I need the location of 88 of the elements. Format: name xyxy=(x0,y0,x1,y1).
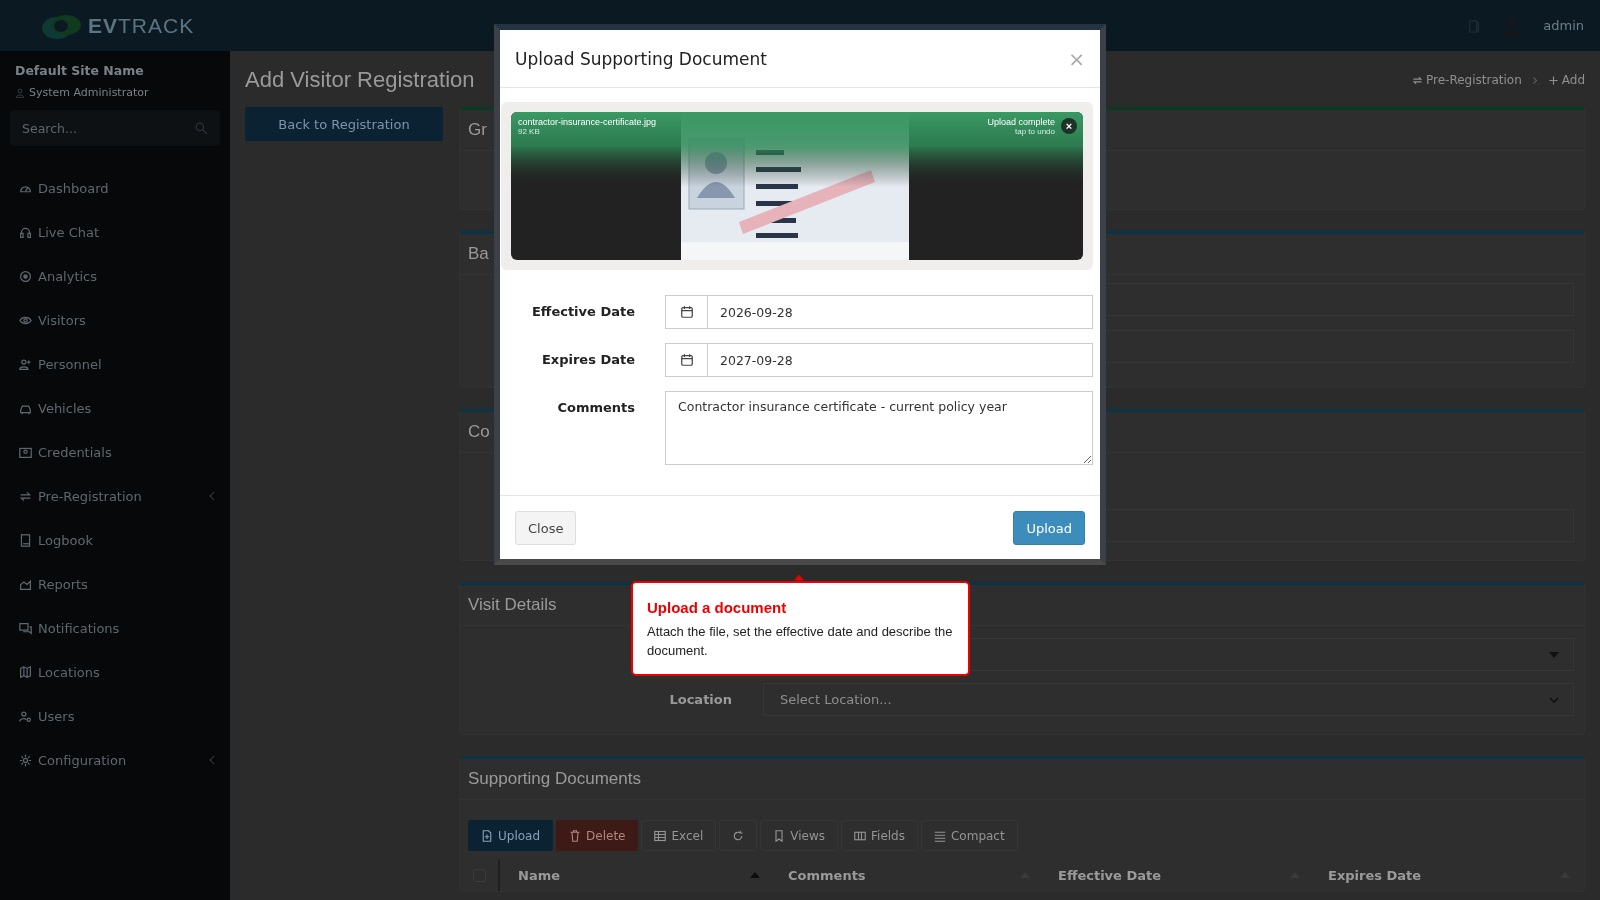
search-field[interactable]: Search... xyxy=(10,110,220,146)
column-header[interactable]: Name xyxy=(518,867,560,883)
toolbar-button[interactable]: Upload xyxy=(468,820,554,851)
book-icon xyxy=(19,533,32,547)
arrows-icon xyxy=(19,489,32,503)
section-title: Ba xyxy=(468,244,489,263)
arrows-icon xyxy=(1412,74,1423,86)
upload-status: Upload complete xyxy=(987,117,1055,127)
sidebar-item[interactable]: Notifications xyxy=(10,606,220,650)
table-icon xyxy=(654,829,667,842)
breadcrumb-link[interactable]: Pre-Registration xyxy=(1412,73,1522,87)
dialog-title: Upload Supporting Document xyxy=(515,48,767,69)
tooltip-title: Upload a document xyxy=(647,599,788,616)
sidebar-item[interactable]: Locations xyxy=(10,650,220,694)
sidebar-item[interactable]: Personnel xyxy=(10,342,220,386)
field-label: Expires Date xyxy=(540,351,635,367)
bookmark-icon xyxy=(773,829,786,842)
toolbar-button[interactable]: Fields xyxy=(841,820,918,851)
sidebar-item[interactable]: Dashboard xyxy=(10,166,220,210)
breadcrumb-link[interactable]: Add xyxy=(1547,73,1585,87)
sidebar-item[interactable]: Analytics xyxy=(10,254,220,298)
section-title: Visit Details xyxy=(468,595,557,614)
column-header[interactable]: Expires Date xyxy=(1328,867,1422,883)
people-icon xyxy=(19,357,32,371)
chat-icon xyxy=(19,621,32,635)
sidebar-item[interactable]: Live Chat xyxy=(10,210,220,254)
id-card-icon xyxy=(19,445,32,459)
sidebar-item[interactable]: Credentials xyxy=(10,430,220,474)
column-header[interactable]: Comments xyxy=(788,867,866,883)
sidebar-item[interactable]: Configuration xyxy=(10,738,220,782)
sort-icon[interactable] xyxy=(750,872,760,878)
section-title: Co xyxy=(468,422,490,441)
search-input[interactable]: Search... xyxy=(22,113,195,143)
sidebar-item[interactable]: Logbook xyxy=(10,518,220,562)
date-field[interactable]: 2026-09-28 xyxy=(708,295,1093,329)
columns-icon xyxy=(854,829,866,842)
refresh-button[interactable] xyxy=(719,820,758,851)
field-label: Comments xyxy=(556,399,635,415)
sidebar-item[interactable]: Reports xyxy=(10,562,220,606)
file-plus-icon xyxy=(481,829,493,842)
page-title: Add Visitor Registration xyxy=(245,67,475,93)
field-label: Effective Date xyxy=(530,303,635,319)
toolbar-button[interactable]: Delete xyxy=(556,820,639,851)
back-button[interactable]: Back to Registration xyxy=(245,107,443,141)
calendar-button[interactable] xyxy=(665,343,708,377)
sidebar-item[interactable]: Visitors xyxy=(10,298,220,342)
sidebar-item[interactable]: Vehicles xyxy=(10,386,220,430)
user-name[interactable]: admin xyxy=(1543,18,1584,33)
section-title: Gr xyxy=(468,120,487,139)
chart-icon xyxy=(19,577,32,591)
gear-icon xyxy=(19,753,32,767)
date-field[interactable]: 2027-09-28 xyxy=(708,343,1093,377)
chevron-icon xyxy=(1531,75,1538,85)
section-title: Supporting Documents xyxy=(468,769,641,788)
file-size: 92 KB xyxy=(518,127,541,136)
chevron-icon xyxy=(1549,696,1559,703)
target-icon xyxy=(19,269,32,283)
toolbar-button[interactable]: Views xyxy=(760,820,838,851)
user-gear-icon xyxy=(19,709,32,723)
field-label: Location xyxy=(669,692,732,707)
calendar-icon xyxy=(679,305,694,319)
comments-field[interactable]: Contractor insurance certificate - current policy year xyxy=(665,391,1093,465)
list-icon xyxy=(933,829,946,842)
user-icon xyxy=(15,87,25,98)
search-icon[interactable] xyxy=(195,121,208,135)
plus-icon xyxy=(1547,74,1559,86)
tooltip-text: Attach the file, set the effective date and describe the document. xyxy=(647,623,954,660)
sidebar-item[interactable]: Pre-Registration xyxy=(10,474,220,518)
brand-name: EVTRACK xyxy=(88,13,195,38)
headset-icon xyxy=(19,225,32,239)
file-name: contractor-insurance-certificate.jpg xyxy=(518,117,657,127)
calendar-icon xyxy=(679,353,694,367)
refresh-icon xyxy=(732,829,745,842)
map-icon xyxy=(19,665,32,679)
close-button[interactable]: × xyxy=(1068,46,1085,71)
user-role: System Administrator xyxy=(29,86,149,99)
close-button[interactable]: Close xyxy=(515,511,577,545)
sidebar-item[interactable]: Users xyxy=(10,694,220,738)
toolbar-button[interactable]: Compact xyxy=(920,820,1018,851)
caret-icon xyxy=(1549,651,1559,658)
calendar-button[interactable] xyxy=(665,295,708,329)
upload-button[interactable]: Upload xyxy=(1013,511,1085,545)
column-header[interactable]: Effective Date xyxy=(1058,867,1162,883)
select-field[interactable]: Select Location... xyxy=(763,683,1574,716)
undo-hint[interactable]: tap to undo xyxy=(1014,127,1055,136)
site-name: Default Site Name xyxy=(14,63,145,78)
trash-icon xyxy=(569,829,582,842)
toolbar-button[interactable]: Excel xyxy=(641,820,717,851)
